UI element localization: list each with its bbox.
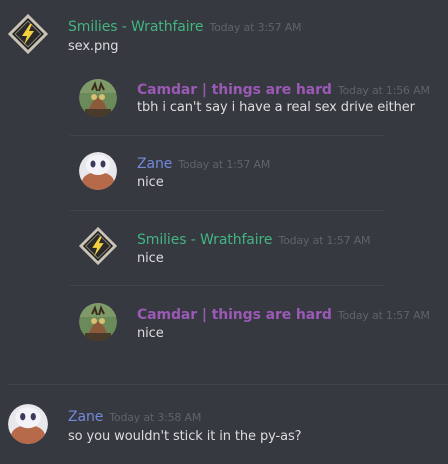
message-zane: Zane Today at 3:58 AM so you wouldn't sti… <box>0 385 448 464</box>
embedded-message-smilies: Smilies - Wrathfaire Today at 1:57 AM nic… <box>0 211 448 285</box>
author-name[interactable]: Zane <box>137 156 172 172</box>
timestamp: Today at 1:57 AM <box>178 158 271 171</box>
author-name[interactable]: Zane <box>68 409 103 425</box>
message-smilies: Smilies - Wrathfaire Today at 3:57 AM sex… <box>0 0 448 60</box>
lightning-badge-icon[interactable] <box>79 227 117 265</box>
message-text: tbh i can't say i have a real sex drive … <box>137 100 415 115</box>
embedded-message-camdar-2: Camdar | things are hard Today at 1:57 AM… <box>0 286 448 356</box>
author-name[interactable]: Camdar | things are hard <box>137 82 332 98</box>
message-text: nice <box>137 251 164 266</box>
lightning-badge-icon[interactable] <box>8 14 48 54</box>
ghost-avatar-icon[interactable] <box>8 404 48 444</box>
author-name[interactable]: Camdar | things are hard <box>137 307 332 323</box>
timestamp: Today at 3:58 AM <box>109 411 202 424</box>
message-text: nice <box>137 175 164 190</box>
message-text: nice <box>137 326 164 341</box>
timestamp: Today at 3:57 AM <box>209 21 302 34</box>
timestamp: Today at 1:57 AM <box>278 234 371 247</box>
creature-avatar-icon[interactable] <box>79 79 117 117</box>
timestamp: Today at 1:57 AM <box>337 309 430 322</box>
author-name[interactable]: Smilies - Wrathfaire <box>137 232 273 248</box>
author-name[interactable]: Smilies - Wrathfaire <box>68 19 204 35</box>
embedded-message-camdar: Camdar | things are hard Today at 1:56 AM… <box>0 62 448 134</box>
message-text: sex.png <box>68 39 119 54</box>
timestamp: Today at 1:56 AM <box>337 84 430 97</box>
ghost-avatar-icon[interactable] <box>79 152 117 190</box>
creature-avatar-icon[interactable] <box>79 303 117 341</box>
embedded-message-zane: Zane Today at 1:57 AM nice <box>0 136 448 210</box>
message-text: so you wouldn't stick it in the py-as? <box>68 429 302 444</box>
